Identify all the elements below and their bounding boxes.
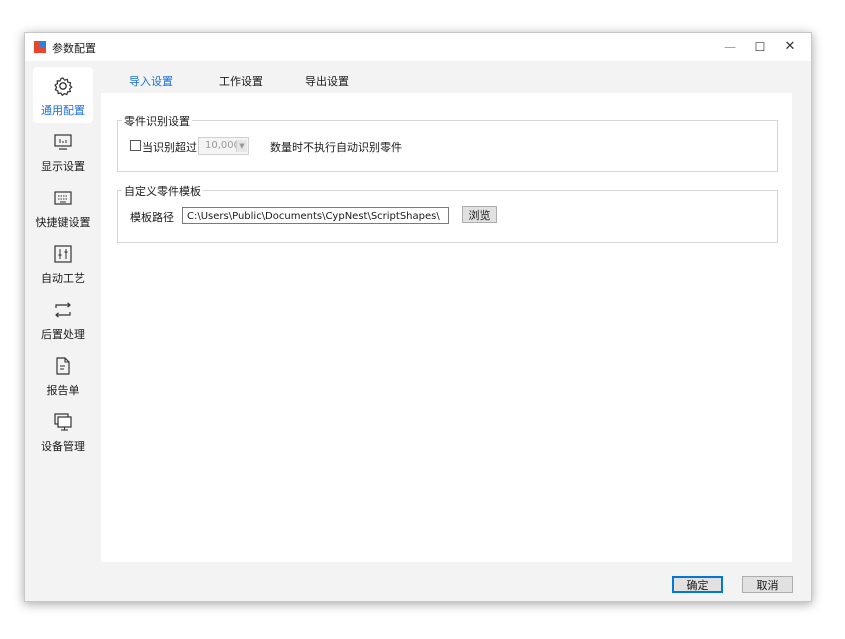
sidebar-item-label: 设备管理 <box>41 440 85 453</box>
document-icon <box>56 357 70 375</box>
sidebar-item-display[interactable]: 显示设置 <box>25 131 101 174</box>
part-recognition-group: 零件识别设置 当识别超过 10,000 ▼ 数量时不执行自动识别零件 <box>117 113 778 172</box>
custom-template-group: 自定义零件模板 模板路径 C:\Users\Public\Documents\C… <box>117 183 778 243</box>
template-path-label: 模板路径 <box>130 211 174 224</box>
sidebar-item-auto-process[interactable]: 自动工艺 <box>25 243 101 286</box>
tab-work-settings[interactable]: 工作设置 <box>219 73 263 89</box>
recognition-threshold-checkbox[interactable] <box>130 140 141 151</box>
group-title: 零件识别设置 <box>122 113 192 129</box>
template-path-input[interactable]: C:\Users\Public\Documents\CypNest\Script… <box>182 207 449 224</box>
window-title: 参数配置 <box>52 42 96 55</box>
sidebar-item-label: 报告单 <box>46 384 80 397</box>
sidebar-item-label: 显示设置 <box>41 160 85 173</box>
template-path-value: C:\Users\Public\Documents\CypNest\Script… <box>187 211 440 222</box>
sidebar-item-label: 自动工艺 <box>41 272 85 285</box>
sidebar-item-general[interactable]: 通用配置 <box>25 75 101 118</box>
minimize-button[interactable]: — <box>715 37 745 57</box>
gear-icon <box>54 77 73 96</box>
settings-panel: 零件识别设置 当识别超过 10,000 ▼ 数量时不执行自动识别零件 自定义零件… <box>101 93 792 562</box>
sidebar-item-shortcuts[interactable]: 快捷键设置 <box>25 187 101 230</box>
threshold-suffix-label: 数量时不执行自动识别零件 <box>270 141 402 154</box>
sidebar-item-device-management[interactable]: 设备管理 <box>25 411 101 454</box>
keyboard-icon <box>54 191 72 205</box>
browse-button[interactable]: 浏览 <box>462 206 497 223</box>
sidebar: 通用配置 显示设置 快捷键设置 自动工艺 后置处理 报告单 设备管理 <box>25 61 101 601</box>
loop-arrows-icon <box>55 302 71 318</box>
app-logo-icon <box>34 41 46 53</box>
maximize-button[interactable]: ☐ <box>745 37 775 57</box>
tab-export-settings[interactable]: 导出设置 <box>305 73 349 89</box>
sidebar-item-label: 通用配置 <box>41 104 85 117</box>
display-icon <box>54 134 72 150</box>
settings-window: 参数配置 — ☐ ✕ 通用配置 显示设置 快捷键设置 自动工艺 后置处理 报告单… <box>24 32 812 602</box>
close-button[interactable]: ✕ <box>775 37 805 57</box>
threshold-value: 10,000 <box>205 140 240 151</box>
title-bar: 参数配置 — ☐ ✕ <box>25 33 811 61</box>
cancel-button[interactable]: 取消 <box>742 576 793 593</box>
checkbox-label: 当识别超过 <box>142 141 197 154</box>
sidebar-item-label: 后置处理 <box>41 328 85 341</box>
ok-button[interactable]: 确定 <box>672 576 723 593</box>
chevron-down-icon[interactable]: ▼ <box>236 140 247 152</box>
tab-import-settings[interactable]: 导入设置 <box>129 73 173 89</box>
sidebar-item-post-processing[interactable]: 后置处理 <box>25 299 101 342</box>
sliders-icon <box>54 245 72 263</box>
monitor-icon <box>54 413 72 431</box>
group-title: 自定义零件模板 <box>122 183 203 199</box>
threshold-spinbox[interactable]: 10,000 ▼ <box>198 137 249 155</box>
sidebar-item-report[interactable]: 报告单 <box>25 355 101 398</box>
sidebar-item-label: 快捷键设置 <box>35 216 91 229</box>
